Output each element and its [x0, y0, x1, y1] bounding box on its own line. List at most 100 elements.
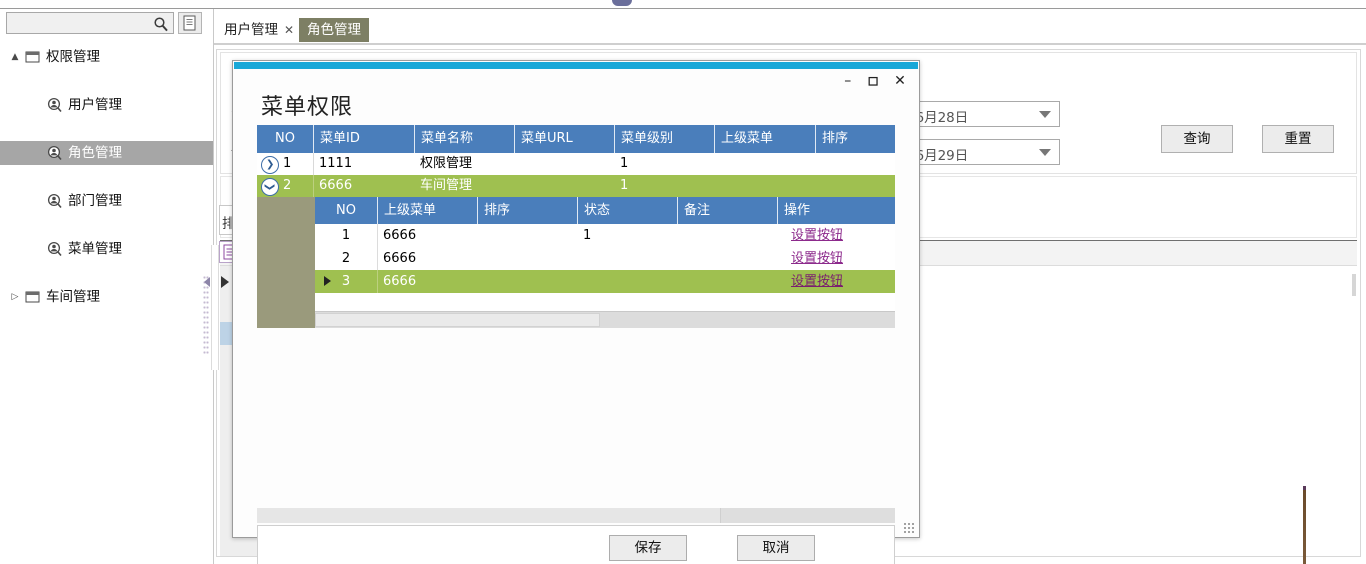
chevron-down-icon[interactable] — [1039, 111, 1051, 118]
cell-status — [577, 270, 677, 293]
dialog-button-bar: 保存 取消 — [257, 525, 895, 564]
search-icon[interactable] — [153, 16, 169, 32]
splitter-bar[interactable] — [211, 245, 219, 370]
set-button-link[interactable]: 设置按钮 — [791, 251, 843, 266]
column-header-sort[interactable]: 排序 — [815, 125, 895, 153]
horizontal-scrollbar[interactable] — [315, 311, 895, 328]
folder-icon — [24, 45, 42, 69]
horizontal-scrollbar-thumb[interactable] — [315, 313, 600, 327]
close-icon[interactable]: ✕ — [284, 23, 294, 37]
row-number: 1 — [283, 156, 292, 171]
splitter-grip[interactable] — [203, 275, 209, 355]
cell-action: 设置按钮 — [777, 270, 895, 293]
expander-expand-icon[interactable]: ▷ — [8, 285, 22, 309]
column-header-parent-menu[interactable]: 上级菜单 — [714, 125, 815, 153]
sidebar-item-label: 车间管理 — [46, 289, 100, 305]
chevron-down-circle-icon[interactable]: ❯ — [261, 178, 279, 196]
row-expander-cell[interactable]: ❯ 1 — [257, 153, 314, 175]
column-header-no[interactable]: NO — [315, 197, 377, 224]
column-header-remark[interactable]: 备注 — [677, 197, 777, 224]
tab-strip: 用户管理 ✕ 角色管理 — [214, 18, 1366, 44]
sub-menu-grid: NO 上级菜单 排序 状态 备注 操作 1 6666 1 设置按钮 2 6666… — [315, 197, 895, 328]
row-expander-cell[interactable]: ❯ 2 — [257, 175, 314, 197]
tab-juseguanli[interactable]: 角色管理 — [299, 18, 369, 42]
sidebar-item-label: 权限管理 — [46, 49, 100, 65]
cell-menu-id: 1111 — [319, 156, 353, 171]
sidebar-item-label: 部门管理 — [68, 193, 122, 209]
row-number: 3 — [315, 270, 378, 293]
expander-collapse-icon[interactable]: ▲ — [8, 45, 22, 69]
cell-menu-name: 权限管理 — [420, 156, 473, 171]
column-header-menu-url[interactable]: 菜单URL — [514, 125, 614, 153]
chevron-right-circle-icon[interactable]: ❯ — [261, 156, 279, 174]
row-number: 2 — [283, 178, 292, 193]
column-header-no[interactable]: NO — [257, 125, 313, 153]
row-detail-backdrop: NO 上级菜单 排序 状态 备注 操作 1 6666 1 设置按钮 2 6666… — [257, 197, 895, 328]
column-header-parent-menu[interactable]: 上级菜单 — [377, 197, 477, 224]
table-row[interactable]: 3 6666 设置按钮 — [315, 270, 895, 293]
cell-menu-level: 1 — [620, 156, 629, 171]
query-button[interactable]: 查询 — [1161, 125, 1233, 153]
column-header-status[interactable]: 状态 — [577, 197, 677, 224]
set-button-link[interactable]: 设置按钮 — [791, 228, 843, 243]
column-header-menu-level[interactable]: 菜单级别 — [614, 125, 714, 153]
cell-sort — [477, 247, 577, 270]
text-cursor — [1303, 486, 1306, 564]
panel-collapse-icon[interactable] — [221, 276, 229, 288]
sidebar-item-label: 菜单管理 — [68, 241, 122, 257]
dialog-resize-grip[interactable] — [903, 522, 915, 534]
sidebar-item-label: 用户管理 — [68, 97, 122, 113]
node-icon — [46, 93, 64, 117]
folder-icon — [24, 285, 42, 309]
splitter-arrow-icon[interactable] — [204, 277, 210, 287]
maximize-button[interactable] — [863, 73, 885, 91]
chevron-down-icon[interactable] — [1039, 149, 1051, 156]
cell-sort — [815, 153, 895, 175]
search-box[interactable] — [6, 12, 174, 34]
dialog-status-strip-right — [720, 508, 895, 523]
search-input[interactable] — [9, 15, 153, 34]
row-number: 1 — [315, 224, 378, 247]
cell-action: 设置按钮 — [777, 224, 895, 247]
close-button[interactable]: ✕ — [889, 73, 911, 91]
menu-grid: NO 菜单ID 菜单名称 菜单URL 菜单级别 上级菜单 排序 ❯ 1 1111… — [257, 125, 895, 328]
tab-yonghuguanli[interactable]: 用户管理 ✕ — [216, 18, 303, 42]
column-header-menu-name[interactable]: 菜单名称 — [414, 125, 514, 153]
cell-menu-level: 1 — [620, 178, 629, 193]
column-header-menu-id[interactable]: 菜单ID — [313, 125, 414, 153]
cell-parent-menu: 6666 — [383, 228, 417, 243]
cell-parent-menu: 6666 — [383, 274, 417, 289]
cell-status — [577, 247, 677, 270]
table-row[interactable]: 2 6666 设置按钮 — [315, 247, 895, 271]
sidebar-item-quanxianguanli[interactable]: ▲ 权限管理 — [0, 45, 213, 69]
cell-parent-menu: 6666 — [383, 251, 417, 266]
dialog-accent-bar — [234, 62, 918, 69]
sidebar-item-yonghuguanli[interactable]: 用户管理 — [0, 93, 213, 117]
top-strip — [0, 0, 1366, 9]
cell-sort — [477, 224, 577, 247]
copy-icon[interactable] — [178, 12, 202, 34]
cancel-button[interactable]: 取消 — [737, 535, 815, 561]
cell-menu-url — [514, 175, 614, 197]
vertical-scrollbar-thumb[interactable] — [1352, 274, 1356, 296]
tab-label: 角色管理 — [307, 22, 361, 38]
menu-grid-header: NO 菜单ID 菜单名称 菜单URL 菜单级别 上级菜单 排序 — [257, 125, 895, 153]
save-button[interactable]: 保存 — [609, 535, 687, 561]
sidebar-item-juseguanli[interactable]: 角色管理 — [0, 141, 213, 165]
minimize-button[interactable]: – — [837, 73, 859, 91]
sidebar-item-caidanguanli[interactable]: 菜单管理 — [0, 237, 213, 261]
cell-remark — [677, 270, 777, 293]
table-row[interactable]: 1 6666 1 设置按钮 — [315, 224, 895, 248]
table-row[interactable]: ❯ 1 1111 权限管理 1 — [257, 153, 895, 176]
column-header-sort[interactable]: 排序 — [477, 197, 577, 224]
sidebar-item-chejianguanli[interactable]: ▷ 车间管理 — [0, 285, 213, 309]
cut-off-element — [612, 0, 632, 6]
tab-underline — [214, 43, 1366, 45]
sidebar-item-bumenguanli[interactable]: 部门管理 — [0, 189, 213, 213]
cell-action: 设置按钮 — [777, 247, 895, 270]
node-icon — [46, 189, 64, 213]
table-row[interactable]: ❯ 2 6666 车间管理 1 — [257, 175, 895, 197]
set-button-link[interactable]: 设置按钮 — [791, 274, 843, 289]
reset-button[interactable]: 重置 — [1262, 125, 1334, 153]
column-header-action[interactable]: 操作 — [777, 197, 895, 224]
